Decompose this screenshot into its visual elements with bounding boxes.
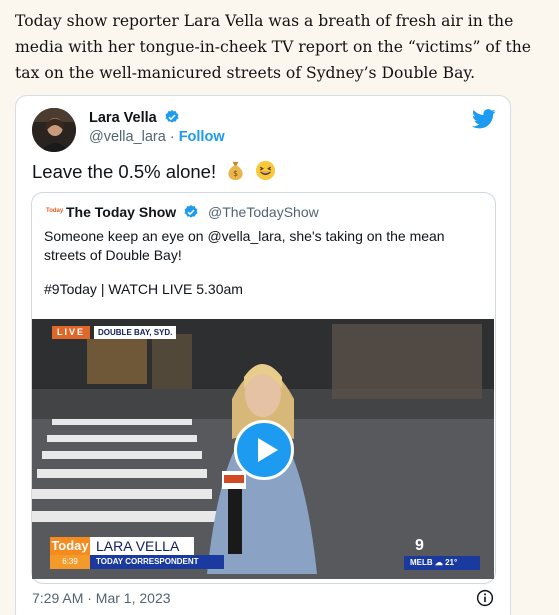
location-badge: DOUBLE BAY, SYD.	[94, 326, 177, 339]
today-show-logo: Today	[46, 208, 64, 214]
handle-separator: ·	[165, 129, 179, 145]
money-bag-icon: $	[225, 160, 246, 186]
quoted-tweet-text: Someone keep an eye on @vella_lara, she'…	[44, 228, 445, 263]
follow-button[interactable]: Follow	[179, 129, 225, 145]
avatar[interactable]	[32, 108, 76, 152]
quoted-author-handle: @TheTodayShow	[208, 204, 319, 220]
channel-nine-logo: 9	[415, 537, 424, 554]
grinning-squint-icon	[255, 160, 276, 186]
time-badge: 6:39	[50, 555, 90, 569]
verified-icon	[164, 109, 180, 129]
author-handle-row: @vella_lara · Follow	[89, 129, 225, 145]
today-show-badge: Today	[50, 537, 90, 555]
tweet-timestamp[interactable]: 7:29 AM · Mar 1, 2023	[32, 590, 171, 606]
reporter-name: LARA VELLA	[90, 537, 194, 555]
play-button[interactable]	[234, 420, 294, 480]
live-badge: LIVE	[52, 326, 91, 339]
author-name[interactable]: Lara Vella	[89, 109, 180, 129]
article-paragraph: Today show reporter Lara Vella was a bre…	[15, 12, 532, 82]
weather-badge: MELB ☁ 21°	[404, 556, 480, 570]
author-handle[interactable]: @vella_lara	[89, 129, 166, 145]
reporter-title: TODAY CORRESPONDENT	[90, 555, 224, 569]
verified-icon	[183, 204, 199, 223]
quoted-tweet-tags: #9Today | WATCH LIVE 5.30am	[44, 281, 243, 297]
quoted-author-name-label: The Today Show	[66, 204, 177, 220]
embedded-tweet[interactable]: Lara Vella @vella_lara · Follow Leave th…	[15, 95, 511, 615]
author-name-label: Lara Vella	[89, 110, 157, 126]
quoted-author-name: The Today Show	[66, 204, 199, 223]
info-icon[interactable]	[476, 589, 494, 612]
video-player[interactable]: LIVE DOUBLE BAY, SYD. Today 6:39 LARA VE…	[32, 319, 494, 579]
svg-text:$: $	[233, 169, 238, 178]
tweet-text: Leave the 0.5% alone! $	[32, 160, 276, 186]
twitter-bird-icon[interactable]	[472, 109, 496, 134]
tweet-text-label: Leave the 0.5% alone!	[32, 161, 217, 182]
